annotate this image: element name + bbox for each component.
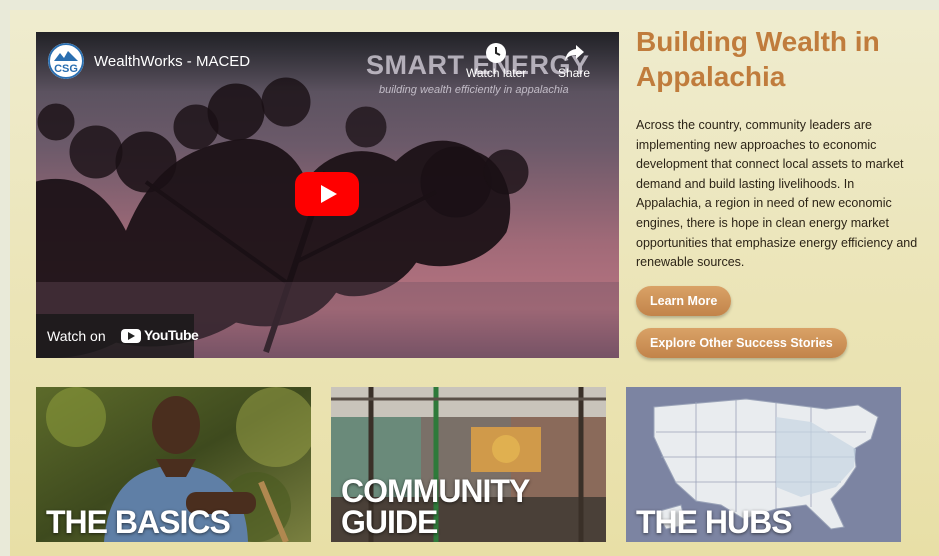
video-title[interactable]: WealthWorks - MACED xyxy=(94,53,250,70)
share-button[interactable]: Share xyxy=(558,42,590,80)
watch-on-youtube-button[interactable]: Watch on YouTube xyxy=(36,314,199,358)
video-overlay-subtitle: building wealth efficiently in appalachi… xyxy=(379,84,569,96)
tile-hubs-label: THE HUBS xyxy=(636,504,793,540)
explore-success-stories-button[interactable]: Explore Other Success Stories xyxy=(636,328,847,358)
tile-basics-label: THE BASICS xyxy=(46,504,231,540)
tile-guide-label-line1: COMMUNITY xyxy=(341,473,530,509)
play-button[interactable] xyxy=(295,172,359,216)
clock-icon xyxy=(486,43,507,63)
tile-guide-label-line2: GUIDE xyxy=(341,504,438,540)
tile-the-basics[interactable]: THE BASICS xyxy=(36,387,311,542)
youtube-play-icon xyxy=(121,329,141,343)
youtube-logo-text: YouTube xyxy=(144,327,199,343)
share-label: Share xyxy=(558,66,591,80)
channel-logo[interactable]: CSG xyxy=(48,43,84,79)
watch-on-label: Watch on xyxy=(47,328,106,344)
watch-later-button[interactable]: Watch later xyxy=(466,42,526,80)
learn-more-button[interactable]: Learn More xyxy=(636,286,732,316)
watch-later-label: Watch later xyxy=(466,66,527,80)
tile-community-guide[interactable]: COMMUNITY GUIDE xyxy=(331,387,606,542)
tile-the-hubs[interactable]: THE HUBS xyxy=(626,387,901,542)
share-icon xyxy=(565,45,585,61)
channel-logo-text: CSG xyxy=(54,63,78,75)
tile-guide-label: COMMUNITY GUIDE xyxy=(341,473,530,540)
page-title: Building Wealth in Appalachia xyxy=(636,26,880,92)
article-body: Across the country, community leaders ar… xyxy=(636,118,918,270)
page-background: CSG WealthWorks - MACED SMART ENERGY bui… xyxy=(10,10,939,556)
channel-logo-icon: CSG xyxy=(48,43,84,79)
video-player[interactable]: CSG WealthWorks - MACED SMART ENERGY bui… xyxy=(36,32,619,358)
